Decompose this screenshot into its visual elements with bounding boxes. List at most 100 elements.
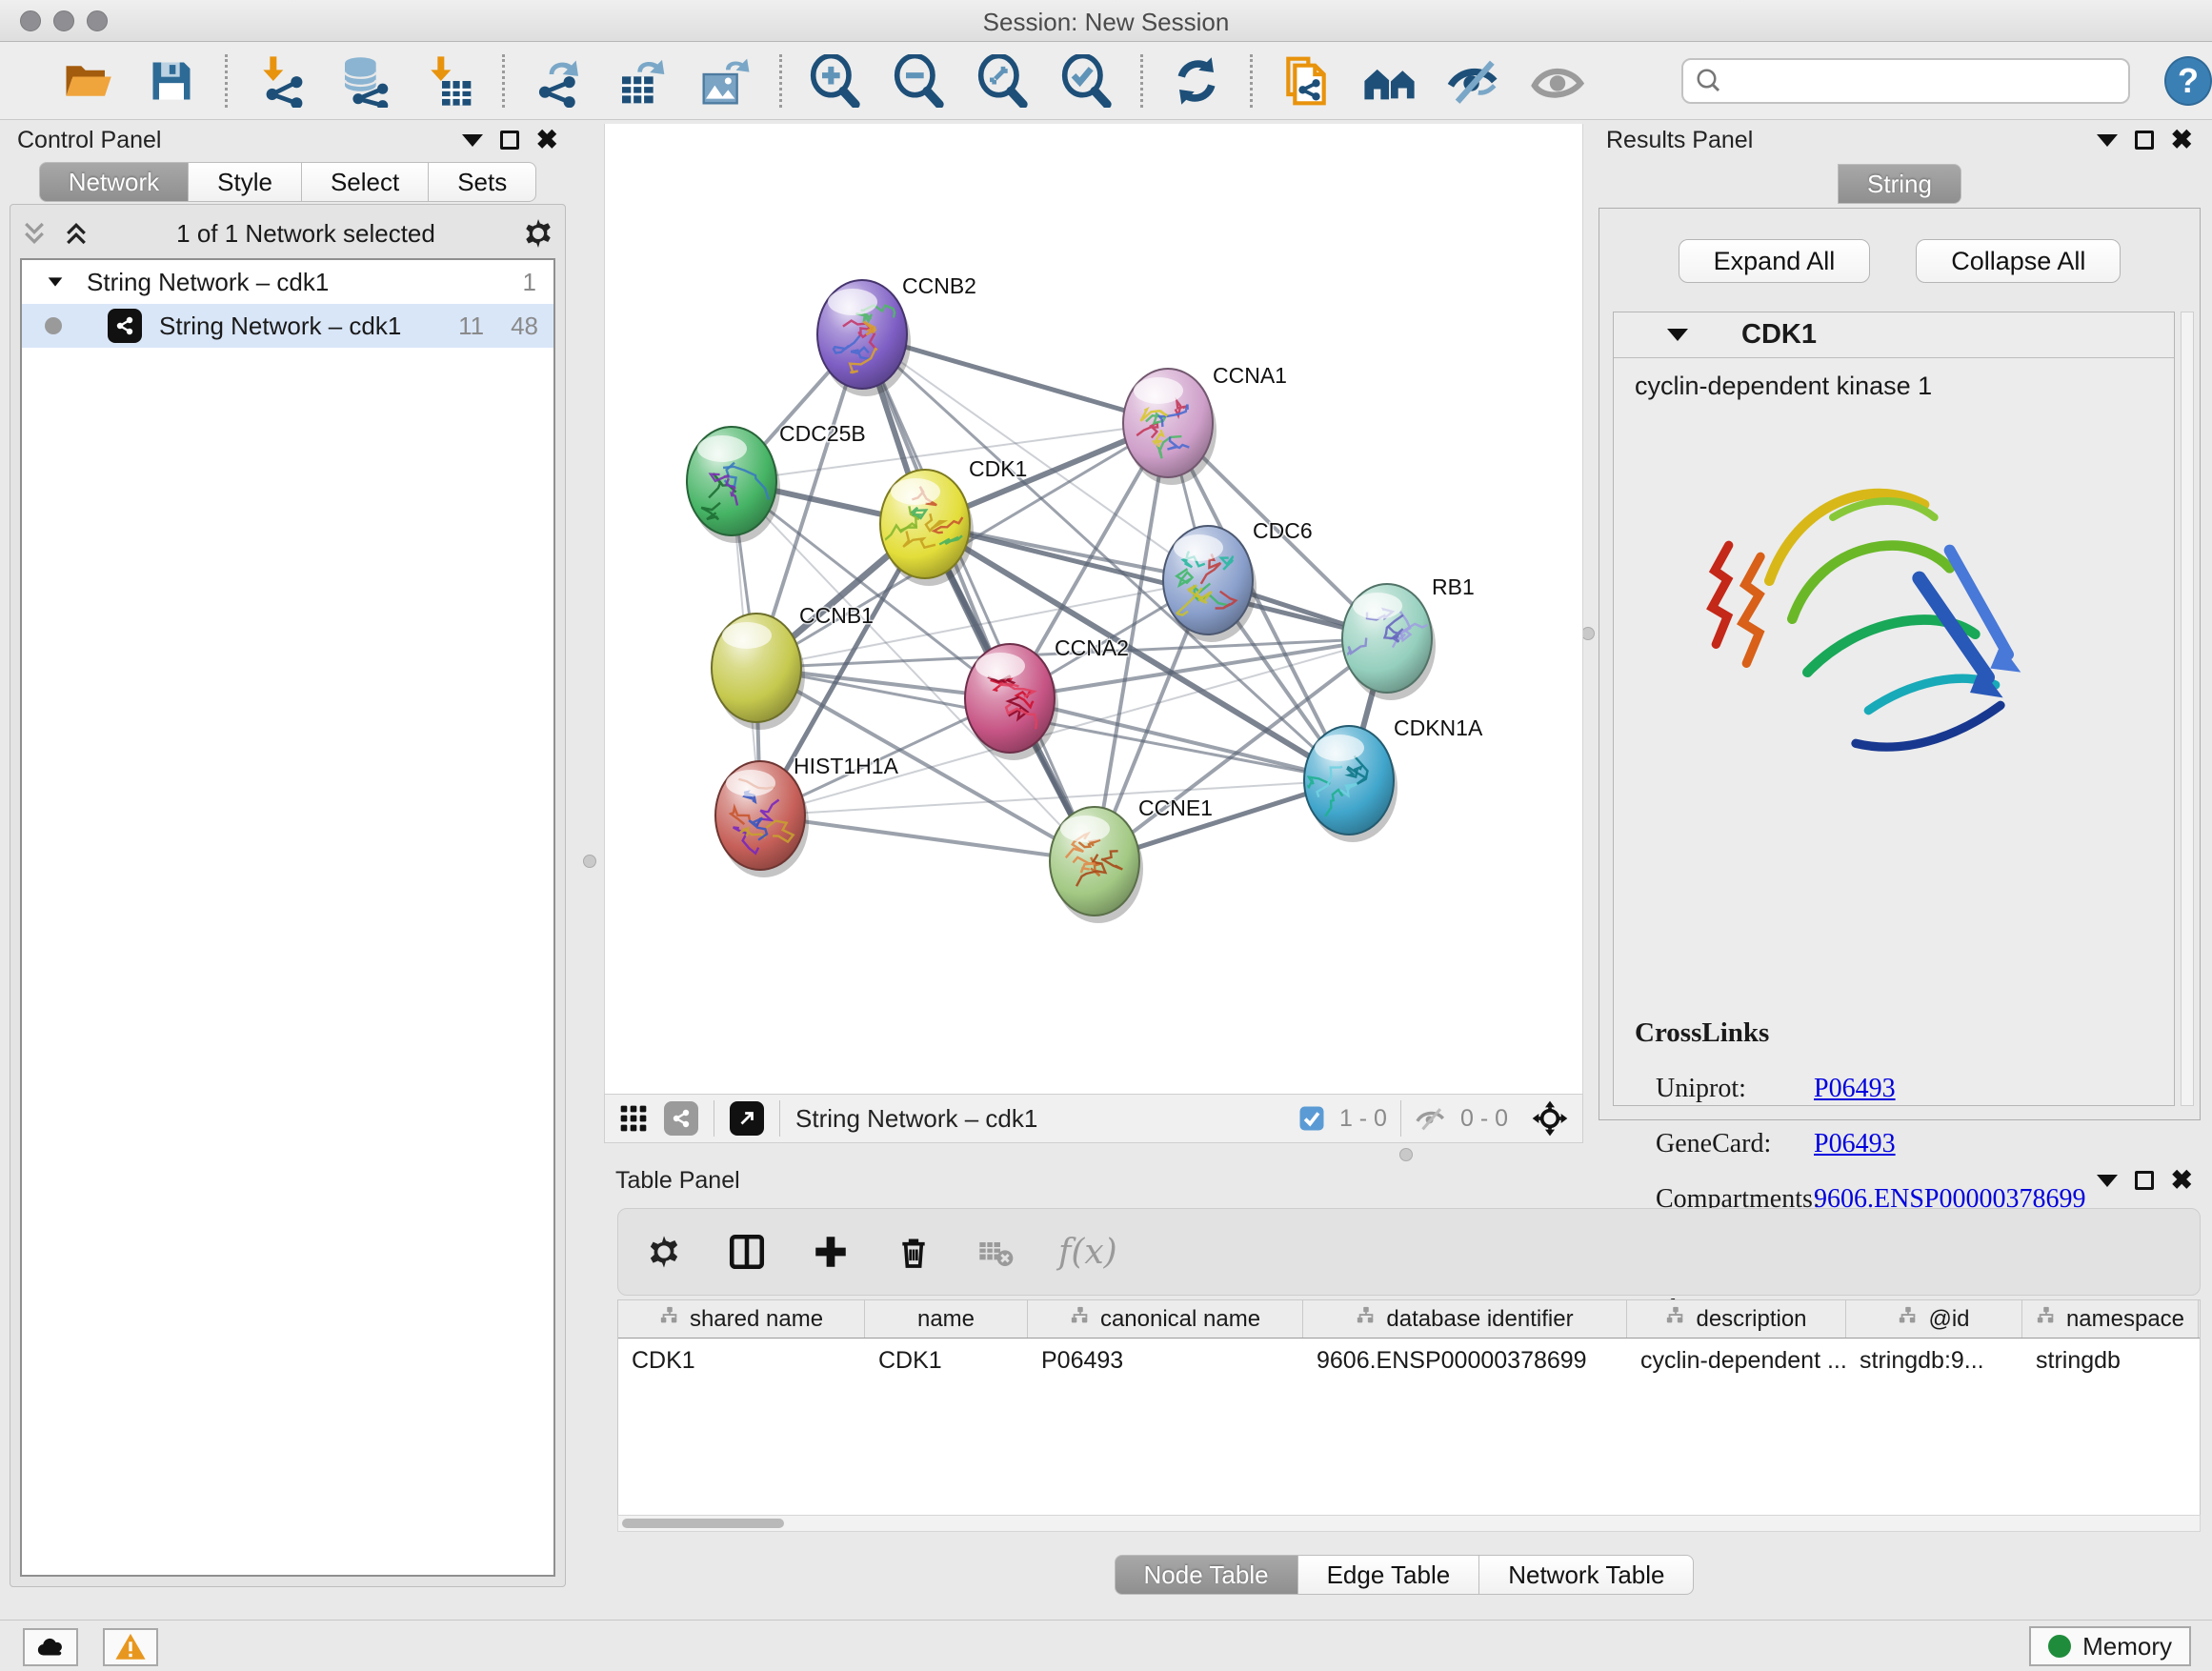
birds-eye-view-icon[interactable]: [618, 1103, 649, 1134]
panel-close-icon[interactable]: ✖: [2171, 131, 2193, 150]
toolbar-separator: [225, 54, 228, 108]
import-network-file-button[interactable]: [252, 52, 310, 110]
selected-checkbox-icon[interactable]: [1297, 1104, 1326, 1133]
help-button[interactable]: ?: [2164, 56, 2212, 106]
export-image-button[interactable]: [697, 52, 754, 110]
zoom-fit-button[interactable]: [975, 52, 1032, 110]
right-splitter-handle[interactable]: [1581, 627, 1595, 640]
network-node-CCNA1[interactable]: [1123, 369, 1217, 485]
bottom-splitter-handle[interactable]: [1399, 1148, 1413, 1161]
network-node-HIST1H1A[interactable]: [715, 761, 809, 877]
results-scrollbar[interactable]: [2181, 312, 2194, 1106]
tab-node-table[interactable]: Node Table: [1115, 1555, 1298, 1595]
column-header-description[interactable]: description: [1627, 1300, 1846, 1338]
left-splitter-handle[interactable]: [583, 855, 596, 868]
open-external-icon[interactable]: [730, 1101, 764, 1136]
network-node-CCNB2[interactable]: [817, 280, 911, 396]
network-node-CCNE1[interactable]: [1050, 807, 1143, 923]
collapse-all-button[interactable]: Collapse All: [1916, 239, 2121, 283]
collapse-triangle-icon[interactable]: [1667, 329, 1688, 341]
import-table-button[interactable]: [420, 52, 477, 110]
network-collection-row[interactable]: String Network – cdk1 1: [22, 260, 553, 304]
cloud-button[interactable]: [23, 1628, 78, 1666]
collapse-all-icon[interactable]: [20, 219, 49, 248]
show-columns-icon[interactable]: [727, 1232, 767, 1272]
expand-all-button[interactable]: Expand All: [1679, 239, 1871, 283]
node-label-CDC25B: CDC25B: [779, 421, 866, 446]
tab-edge-table[interactable]: Edge Table: [1298, 1555, 1480, 1595]
tab-style[interactable]: Style: [189, 162, 302, 202]
panel-menu-icon[interactable]: [2097, 1175, 2118, 1187]
network-node-RB1[interactable]: [1341, 584, 1436, 700]
panel-float-icon[interactable]: [2135, 131, 2154, 150]
toolbar-search[interactable]: [1681, 58, 2130, 104]
table-cell[interactable]: stringdb: [2022, 1339, 2199, 1382]
memory-button[interactable]: Memory: [2029, 1626, 2191, 1666]
column-header-id[interactable]: @id: [1846, 1300, 2022, 1338]
table-cell[interactable]: P06493: [1028, 1339, 1303, 1382]
panel-menu-icon[interactable]: [462, 134, 483, 147]
panel-float-icon[interactable]: [2135, 1171, 2154, 1190]
first-neighbors-button[interactable]: [1361, 52, 1418, 110]
table-cell[interactable]: cyclin-dependent ...: [1627, 1339, 1846, 1382]
zoom-in-button[interactable]: [807, 52, 864, 110]
network-node-CCNB1[interactable]: [712, 614, 805, 730]
network-node-CDKN1A[interactable]: [1299, 726, 1398, 842]
export-network-button[interactable]: [530, 52, 587, 110]
save-session-button[interactable]: [143, 52, 200, 110]
expand-all-icon[interactable]: [62, 219, 90, 248]
zoom-out-button[interactable]: [891, 52, 948, 110]
table-cell[interactable]: CDK1: [618, 1339, 865, 1382]
network-edge[interactable]: [862, 334, 1095, 861]
export-table-button[interactable]: [613, 52, 671, 110]
tab-network-table[interactable]: Network Table: [1479, 1555, 1694, 1595]
add-column-plus-icon[interactable]: [811, 1232, 851, 1272]
panel-close-icon[interactable]: ✖: [2171, 1171, 2193, 1190]
node-table[interactable]: shared namenamecanonical namedatabase id…: [617, 1299, 2201, 1515]
column-type-icon: [1898, 1305, 1919, 1333]
tab-sets[interactable]: Sets: [429, 162, 536, 202]
gene-section-header[interactable]: CDK1: [1614, 312, 2174, 358]
search-input[interactable]: [1723, 68, 2117, 94]
fit-selected-crosshair-icon[interactable]: [1531, 1099, 1569, 1137]
tab-string[interactable]: String: [1838, 164, 1961, 204]
tree-expand-icon[interactable]: [45, 272, 66, 292]
node-label-CCNE1: CCNE1: [1138, 795, 1213, 820]
column-header-databaseidentifier[interactable]: database identifier: [1303, 1300, 1627, 1338]
zoom-in-icon: [809, 54, 862, 108]
table-horizontal-scrollbar[interactable]: [617, 1515, 2201, 1532]
network-node-CDK1[interactable]: [875, 470, 974, 586]
network-node-CCNA2[interactable]: [965, 644, 1058, 760]
hide-selected-button[interactable]: [1445, 52, 1502, 110]
panel-menu-icon[interactable]: [2097, 134, 2118, 147]
gear-icon[interactable]: [521, 216, 555, 251]
network-type-icon[interactable]: [664, 1101, 698, 1136]
memory-status-dot: [2048, 1635, 2071, 1658]
table-cell[interactable]: 9606.ENSP00000378699: [1303, 1339, 1627, 1382]
crosslink-value-link[interactable]: P06493: [1814, 1129, 1896, 1159]
column-header-canonicalname[interactable]: canonical name: [1028, 1300, 1303, 1338]
crosslink-value-link[interactable]: P06493: [1814, 1074, 1896, 1104]
scrollbar-thumb[interactable]: [622, 1519, 784, 1528]
warnings-button[interactable]: [103, 1628, 158, 1666]
delete-column-trash-icon[interactable]: [895, 1233, 933, 1271]
panel-close-icon[interactable]: ✖: [536, 131, 558, 150]
network-item-row[interactable]: String Network – cdk1 11 48: [22, 304, 553, 348]
refresh-button[interactable]: [1168, 52, 1225, 110]
network-canvas[interactable]: CCNB2CCNA1CDC25BCDK1CDC6RB1CCNB1CCNA2CDK…: [604, 124, 1583, 1094]
tab-select[interactable]: Select: [302, 162, 429, 202]
table-cell[interactable]: CDK1: [865, 1339, 1028, 1382]
duplicate-network-button[interactable]: [1277, 52, 1335, 110]
zoom-selected-button[interactable]: [1058, 52, 1116, 110]
show-all-button[interactable]: [1529, 52, 1586, 110]
network-edge[interactable]: [760, 815, 1095, 861]
panel-float-icon[interactable]: [500, 131, 519, 150]
tab-network[interactable]: Network: [39, 162, 189, 202]
open-session-button[interactable]: [59, 52, 116, 110]
column-header-name[interactable]: name: [865, 1300, 1028, 1338]
table-settings-gear-icon[interactable]: [645, 1233, 683, 1271]
column-header-sharedname[interactable]: shared name: [618, 1300, 865, 1338]
import-network-database-button[interactable]: [336, 52, 393, 110]
table-cell[interactable]: stringdb:9...: [1846, 1339, 2022, 1382]
column-header-namespace[interactable]: namespace: [2022, 1300, 2199, 1338]
